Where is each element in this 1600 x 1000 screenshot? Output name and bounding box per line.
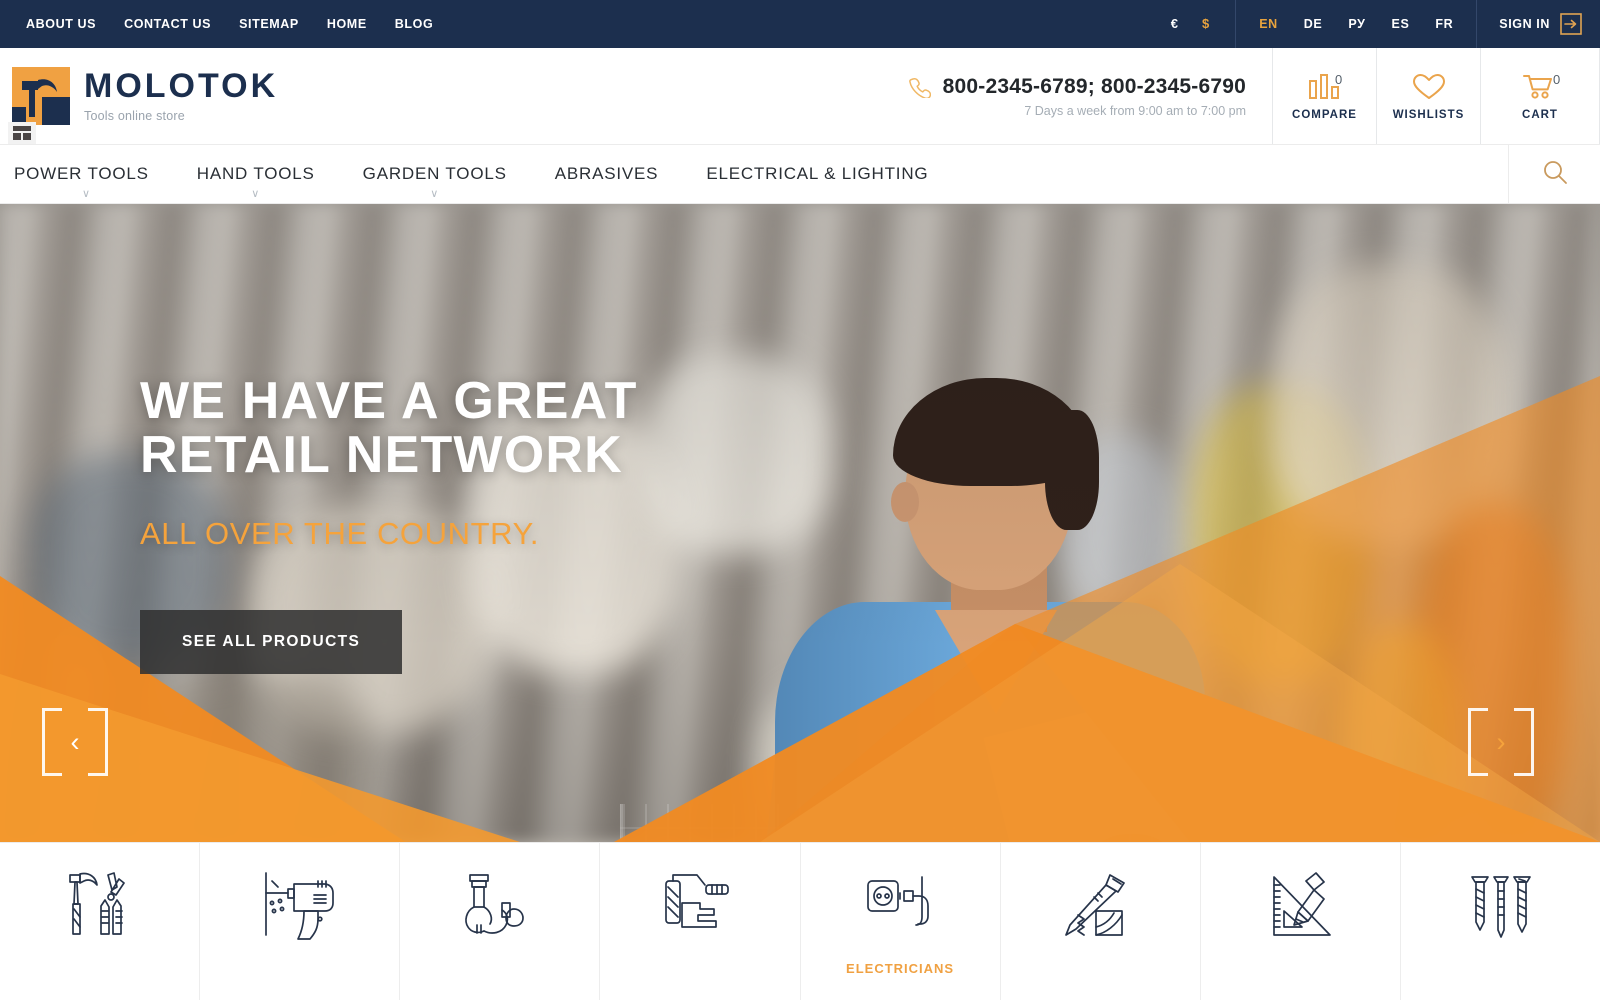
category-fasteners[interactable] [1401, 843, 1600, 1000]
socket-plug-icon [852, 867, 948, 945]
nav-label-hand-tools: HAND TOOLS [196, 164, 315, 183]
topbar-link-contact-us[interactable]: CONTACT US [110, 0, 225, 48]
site-header: MOLOTOK Tools online store 800-2345-6789… [0, 48, 1600, 144]
search-icon [1542, 159, 1568, 190]
currency-eur[interactable]: € [1159, 0, 1190, 48]
category-electricians[interactable]: ELECTRICIANS [801, 843, 1001, 1000]
logo-text: MOLOTOK Tools online store [84, 69, 278, 123]
bracket-right [1514, 708, 1534, 776]
nav-item-abrasives[interactable]: ABRASIVES [531, 144, 683, 204]
nav-item-electrical-lighting[interactable]: ELECTRICAL & LIGHTING [682, 144, 952, 204]
compare-label: COMPARE [1292, 108, 1357, 121]
phone-icon [908, 76, 931, 99]
language-es[interactable]: ES [1379, 0, 1423, 48]
category-shortcut-strip: ELECTRICIANS [0, 842, 1600, 1000]
category-hammer-pliers[interactable] [0, 843, 201, 1000]
plumbing-pipe-icon [452, 867, 548, 945]
search-button[interactable] [1508, 144, 1600, 204]
ruler-pencil-icon [1252, 867, 1348, 945]
topbar-link-about-us[interactable]: ABOUT US [12, 0, 110, 48]
header-spacer [278, 48, 909, 144]
chevron-down-icon: ∨ [430, 188, 440, 200]
bracket-left [42, 708, 62, 776]
cart-count: 0 [1553, 72, 1561, 87]
category-carpentry[interactable] [1001, 843, 1201, 1000]
hero-title-line-1: WE HAVE A GREAT [140, 372, 638, 430]
phone-row: 800-2345-6789; 800-2345-6790 [908, 75, 1246, 99]
chevron-down-icon: ∨ [251, 188, 261, 200]
layout-widget-icon[interactable] [8, 122, 36, 144]
hero-subtitle: ALL OVER THE COUNTRY. [140, 516, 540, 551]
compare-button[interactable]: 0 COMPARE [1272, 48, 1376, 144]
language-en[interactable]: EN [1246, 0, 1291, 48]
wishlists-button[interactable]: WISHLISTS [1376, 48, 1480, 144]
bracket-left [1468, 708, 1488, 776]
logo-hammer-icon [12, 67, 70, 125]
hero-title-line-2: RETAIL NETWORK [140, 426, 623, 484]
bracket-right [88, 708, 108, 776]
main-navigation: POWER TOOLS ∨ HAND TOOLS ∨ GARDEN TOOLS … [0, 144, 1600, 204]
see-all-products-button[interactable]: SEE ALL PRODUCTS [140, 610, 403, 674]
chevron-down-icon: ∨ [81, 188, 91, 200]
hero-copy: WE HAVE A GREAT RETAIL NETWORK ALL OVER … [140, 374, 900, 674]
phone-hours: 7 Days a week from 9:00 am to 7:00 pm [1024, 103, 1246, 118]
topbar-link-home[interactable]: HOME [313, 0, 381, 48]
topbar-link-blog[interactable]: BLOG [381, 0, 448, 48]
sign-in-arrow-icon [1560, 13, 1582, 35]
hammer-pliers-icon [52, 867, 148, 945]
category-drill[interactable] [200, 843, 401, 1000]
chevron-left-icon: ‹ [70, 726, 80, 757]
paint-roller-icon [652, 867, 748, 945]
hero-carousel: WE HAVE A GREAT RETAIL NETWORK ALL OVER … [0, 204, 1600, 842]
carousel-prev-button[interactable]: ‹ [42, 708, 108, 776]
sign-in-label: SIGN IN [1499, 17, 1550, 31]
carousel-next-button[interactable]: › [1468, 708, 1534, 776]
nav-item-hand-tools[interactable]: HAND TOOLS ∨ [173, 144, 339, 204]
nav-label-garden-tools: GARDEN TOOLS [362, 164, 507, 183]
handsaw-icon [1052, 867, 1148, 945]
drill-icon [252, 867, 348, 945]
category-measuring[interactable] [1201, 843, 1401, 1000]
language-ru[interactable]: РУ [1335, 0, 1378, 48]
phone-numbers[interactable]: 800-2345-6789; 800-2345-6790 [943, 75, 1246, 99]
currency-switcher: € $ [1145, 0, 1235, 48]
chevron-right-icon: › [1496, 726, 1506, 757]
topbar-links: ABOUT US CONTACT US SITEMAP HOME BLOG [0, 0, 447, 48]
compare-count: 0 [1335, 72, 1343, 87]
category-plumbing[interactable] [400, 843, 601, 1000]
top-utility-bar: ABOUT US CONTACT US SITEMAP HOME BLOG € … [0, 0, 1600, 48]
category-painting[interactable] [600, 843, 801, 1000]
cart-button[interactable]: 0 CART [1480, 48, 1600, 144]
logo[interactable]: MOLOTOK Tools online store [0, 48, 278, 144]
logo-tagline: Tools online store [84, 109, 185, 123]
heart-icon [1412, 72, 1446, 102]
currency-usd[interactable]: $ [1190, 0, 1221, 48]
category-label: ELECTRICIANS [846, 961, 955, 976]
nav-item-power-tools[interactable]: POWER TOOLS ∨ [0, 144, 173, 204]
logo-name: MOLOTOK [84, 67, 279, 105]
cart-label: CART [1522, 108, 1558, 121]
language-switcher: EN DE РУ ES FR [1235, 0, 1478, 48]
contact-phone-block: 800-2345-6789; 800-2345-6790 7 Days a we… [908, 48, 1272, 144]
nav-label-power-tools: POWER TOOLS [14, 164, 149, 183]
nav-label-electrical-lighting: ELECTRICAL & LIGHTING [706, 164, 929, 183]
sign-in-button[interactable]: SIGN IN [1477, 0, 1600, 48]
wishlists-label: WISHLISTS [1392, 108, 1465, 121]
topbar-link-sitemap[interactable]: SITEMAP [225, 0, 313, 48]
language-fr[interactable]: FR [1422, 0, 1466, 48]
header-actions: 0 COMPARE WISHLISTS 0 CART [1272, 48, 1600, 144]
nails-screws-icon [1452, 867, 1548, 945]
nav-item-garden-tools[interactable]: GARDEN TOOLS ∨ [339, 144, 531, 204]
nav-label-abrasives: ABRASIVES [554, 164, 659, 183]
language-de[interactable]: DE [1291, 0, 1336, 48]
